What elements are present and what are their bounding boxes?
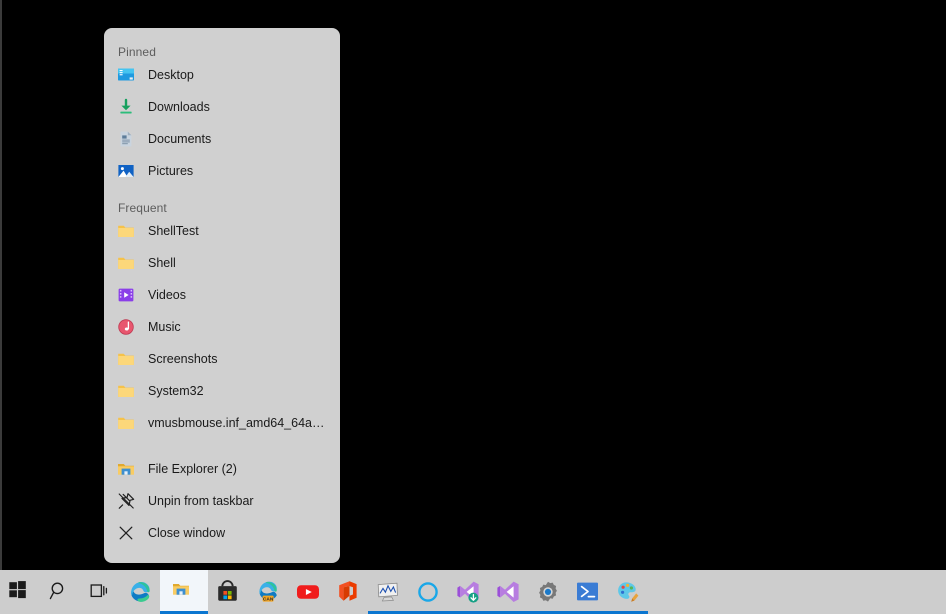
jumplist-frequent-item-screenshots[interactable]: Screenshots — [104, 343, 340, 375]
close-icon — [116, 523, 136, 543]
pictures-icon — [116, 161, 136, 181]
unpin-icon — [116, 491, 136, 511]
taskbar-visual-studio[interactable] — [488, 570, 528, 614]
jumplist-frequent-item-shelltest[interactable]: ShellTest — [104, 215, 340, 247]
jumplist-pinned-item-documents[interactable]: Documents — [104, 123, 340, 155]
jumplist-item-label: Music — [148, 320, 181, 334]
taskbar-visual-studio-preview[interactable] — [448, 570, 488, 614]
jumplist-item-label: Documents — [148, 132, 211, 146]
jumplist-actions-list: File Explorer (2) Unpin from taskbar Clo… — [104, 453, 340, 549]
jumplist-item-label: File Explorer (2) — [148, 462, 237, 476]
taskbar-task-view-button[interactable] — [80, 570, 120, 614]
jumplist-pinned-item-pictures[interactable]: Pictures — [104, 155, 340, 187]
jumplist-frequent-item-vmusbmouse-inf-amd64-64ac7a0a[interactable]: vmusbmouse.inf_amd64_64ac7a0a... — [104, 407, 340, 439]
taskbar-cortana[interactable] — [408, 570, 448, 614]
folder-icon — [116, 381, 136, 401]
folder-icon — [116, 253, 136, 273]
svg-text:CAN: CAN — [263, 596, 274, 602]
jumplist-action-close-window[interactable]: Close window — [104, 517, 340, 549]
jumplist-item-label: ShellTest — [148, 224, 199, 238]
taskbar-start-button[interactable] — [0, 570, 40, 614]
desktop-icon — [116, 65, 136, 85]
jumplist-item-label: vmusbmouse.inf_amd64_64ac7a0a... — [148, 416, 330, 430]
perfmon-icon — [376, 580, 400, 604]
desktop-left-edge — [0, 0, 2, 570]
vs-preview-icon — [456, 580, 480, 604]
jumplist-pinned-item-desktop[interactable]: Desktop — [104, 59, 340, 91]
taskbar-microsoft-store[interactable] — [208, 570, 248, 614]
taskbar-youtube[interactable] — [288, 570, 328, 614]
powershell-icon — [576, 580, 600, 604]
videos-icon — [116, 285, 136, 305]
paint-icon — [616, 580, 640, 604]
search-icon — [48, 580, 72, 604]
taskbar: CAN — [0, 570, 946, 614]
jumplist-section-header-frequent: Frequent — [104, 201, 340, 215]
jumplist-item-label: Close window — [148, 526, 225, 540]
jumplist-frequent-item-videos[interactable]: Videos — [104, 279, 340, 311]
jumplist-action-unpin-from-taskbar[interactable]: Unpin from taskbar — [104, 485, 340, 517]
jumplist-item-label: Videos — [148, 288, 186, 302]
screen: Pinned Desktop Downloads Documents Pictu… — [0, 0, 946, 614]
jumplist-item-label: Desktop — [148, 68, 194, 82]
jumplist-item-label: Screenshots — [148, 352, 217, 366]
taskbar-paint-3d[interactable] — [608, 570, 648, 614]
taskbar-microsoft-edge[interactable] — [120, 570, 160, 614]
file-explorer-icon — [172, 580, 196, 604]
taskbar-performance-monitor[interactable] — [368, 570, 408, 614]
taskbar-settings[interactable] — [528, 570, 568, 614]
taskbar-search-button[interactable] — [40, 570, 80, 614]
folder-icon — [116, 413, 136, 433]
store-icon — [216, 580, 240, 604]
folder-icon — [116, 221, 136, 241]
downloads-icon — [116, 97, 136, 117]
jumplist-item-label: System32 — [148, 384, 204, 398]
jumplist-frequent-list: ShellTest Shell Videos Music Screenshots… — [104, 215, 340, 439]
youtube-icon — [296, 580, 320, 604]
settings-gear-icon — [536, 580, 560, 604]
office-icon — [336, 580, 360, 604]
documents-icon — [116, 129, 136, 149]
jumplist-item-label: Pictures — [148, 164, 193, 178]
jumplist-pinned-list: Desktop Downloads Documents Pictures — [104, 59, 340, 187]
jumplist-item-label: Downloads — [148, 100, 210, 114]
task-view-icon — [88, 580, 112, 604]
edge-icon — [128, 580, 152, 604]
jumplist-action-file-explorer-2[interactable]: File Explorer (2) — [104, 453, 340, 485]
file-explorer-jumplist: Pinned Desktop Downloads Documents Pictu… — [104, 28, 340, 563]
cortana-icon — [416, 580, 440, 604]
music-icon — [116, 317, 136, 337]
jumplist-actions-gap — [104, 439, 340, 453]
taskbar-edge-canary[interactable]: CAN — [248, 570, 288, 614]
jumplist-item-label: Shell — [148, 256, 176, 270]
taskbar-microsoft-office[interactable] — [328, 570, 368, 614]
jumplist-section-header-pinned: Pinned — [104, 45, 340, 59]
folder-icon — [116, 349, 136, 369]
vs-icon — [496, 580, 520, 604]
edge-canary-icon: CAN — [256, 580, 280, 604]
jumplist-item-label: Unpin from taskbar — [148, 494, 254, 508]
jumplist-frequent-item-shell[interactable]: Shell — [104, 247, 340, 279]
file-explorer-icon — [116, 459, 136, 479]
jumplist-pinned-item-downloads[interactable]: Downloads — [104, 91, 340, 123]
jumplist-frequent-item-system32[interactable]: System32 — [104, 375, 340, 407]
windows-logo-icon — [8, 580, 32, 604]
taskbar-file-explorer[interactable] — [160, 570, 208, 614]
taskbar-powershell[interactable] — [568, 570, 608, 614]
jumplist-frequent-item-music[interactable]: Music — [104, 311, 340, 343]
